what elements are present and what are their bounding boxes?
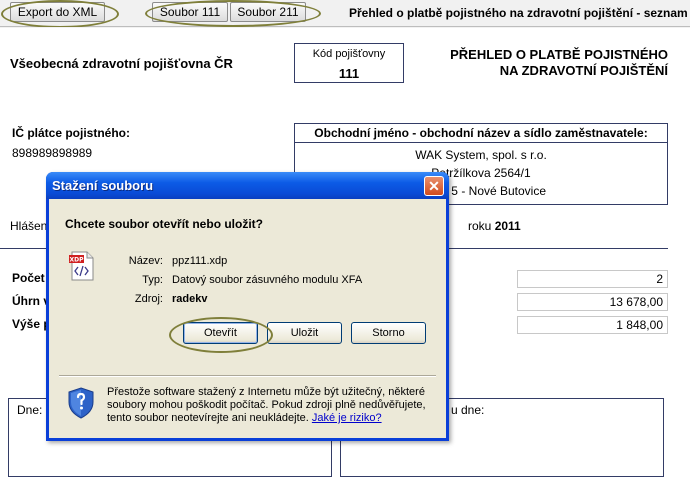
ic-label: IČ plátce pojistného: bbox=[12, 126, 131, 140]
risk-link[interactable]: Jaké je riziko? bbox=[312, 412, 382, 424]
xdp-file-icon: XDP bbox=[69, 251, 95, 281]
amount-value[interactable]: 1 848,00 bbox=[517, 316, 668, 334]
close-icon[interactable]: ✕ bbox=[424, 176, 444, 196]
code-label: Kód pojišťovny bbox=[312, 48, 386, 60]
year-label: roku 2011 bbox=[468, 219, 521, 233]
cancel-button[interactable]: Storno bbox=[351, 322, 426, 344]
soubor-211-button[interactable]: Soubor 211 bbox=[230, 2, 306, 22]
employer-heading: Obchodní jméno - obchodní název a sídlo … bbox=[295, 124, 667, 143]
dialog-separator bbox=[59, 375, 436, 377]
file-name-value: ppz111.xdp bbox=[172, 255, 228, 267]
file-source-label: Zdroj: bbox=[134, 293, 163, 305]
date-left-label: Dne: bbox=[17, 403, 43, 417]
insurer-code-box: Kód pojišťovny 111 bbox=[294, 43, 404, 83]
insurer-name: Všeobecná zdravotní pojišťovna ČR bbox=[10, 56, 233, 71]
employer-name: WAK System, spol. s r.o. bbox=[415, 148, 547, 162]
code-value: 111 bbox=[338, 66, 360, 81]
file-type-value: Datový soubor zásuvného modulu XFA bbox=[172, 274, 363, 286]
soubor-111-button[interactable]: Soubor 111 bbox=[152, 2, 228, 22]
shield-icon bbox=[67, 387, 95, 419]
export-xml-button[interactable]: Export do XML bbox=[10, 2, 105, 22]
download-dialog: Stažení souboru ✕ Chcete soubor otevřít … bbox=[46, 172, 449, 441]
file-name-label: Název: bbox=[128, 255, 163, 267]
dialog-body: Chcete soubor otevřít nebo uložit? XDP N… bbox=[49, 199, 446, 438]
ic-value: 898989898989 bbox=[12, 146, 93, 160]
count-value[interactable]: 2 bbox=[517, 270, 668, 288]
count-label: Počet bbox=[12, 271, 45, 285]
save-button[interactable]: Uložit bbox=[267, 322, 342, 344]
report-label: Hlášen bbox=[10, 219, 48, 233]
sum-value[interactable]: 13 678,00 bbox=[517, 293, 668, 311]
dialog-titlebar[interactable]: Stažení souboru ✕ bbox=[46, 172, 449, 199]
year-label-text: roku bbox=[468, 219, 492, 233]
file-source-value: radekv bbox=[172, 293, 208, 305]
date-right-label: u dne: bbox=[451, 403, 485, 417]
amount-label: Výše p bbox=[12, 317, 51, 331]
xdp-tag: XDP bbox=[69, 257, 84, 264]
year-value: 2011 bbox=[494, 219, 521, 233]
security-warning: Přestože software stažený z Internetu mů… bbox=[107, 386, 427, 425]
form-heading-line2: NA ZDRAVOTNÍ POJIŠTĚNÍ bbox=[499, 63, 668, 78]
file-type-label: Typ: bbox=[142, 274, 163, 286]
toolbar-title: Přehled o platbě pojistného na zdravotní… bbox=[349, 6, 688, 20]
form-heading-line1: PŘEHLED O PLATBĚ POJISTNÉHO bbox=[450, 47, 668, 62]
open-button[interactable]: Otevřít bbox=[183, 322, 258, 344]
sum-label: Úhrn v bbox=[12, 294, 51, 308]
toolbar: Export do XML Soubor 111 Soubor 211 Přeh… bbox=[0, 0, 690, 27]
dialog-title: Stažení souboru bbox=[52, 178, 154, 193]
dialog-question: Chcete soubor otevřít nebo uložit? bbox=[65, 217, 264, 231]
